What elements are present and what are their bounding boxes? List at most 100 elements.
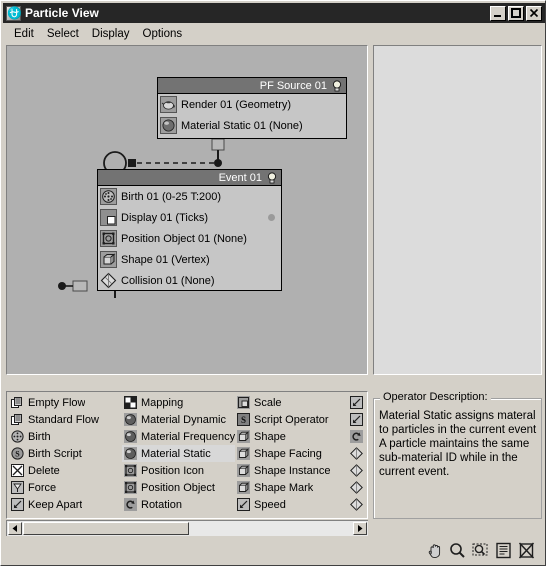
depot-item-delete[interactable]: Delete (9, 462, 122, 479)
depot-item-clipped-3[interactable]: S (348, 428, 367, 445)
depot-label: Keep Apart (28, 498, 83, 511)
menu-select[interactable]: Select (41, 27, 86, 41)
svg-text:S: S (15, 450, 20, 459)
pf-source-row-render[interactable]: Render 01 (Geometry) (158, 94, 346, 115)
parameters-panel[interactable] (373, 45, 542, 375)
shape-facing-icon (237, 447, 250, 460)
depot-item-shape-mark[interactable]: Shape Mark (235, 479, 348, 496)
speed-icon (350, 413, 363, 426)
depot-label: Material Static (141, 447, 211, 460)
depot-label: Position Icon (141, 464, 204, 477)
depot-label: Rotation (141, 498, 182, 511)
event-node[interactable]: Event 01 Birth 01 (0-25 T:200) Display 0… (97, 169, 282, 291)
scroll-thumb[interactable] (23, 522, 189, 535)
light-bulb-icon[interactable] (331, 79, 343, 92)
keep-apart-icon (11, 498, 24, 511)
depot-item-birth[interactable]: Birth (9, 428, 122, 445)
depot-panel[interactable]: Empty Flow Standard Flow Birth S Birth S… (6, 391, 368, 519)
menu-display[interactable]: Display (86, 27, 137, 41)
depot-column-4: S S (348, 394, 367, 513)
pf-source-node[interactable]: PF Source 01 Render 01 (Geometry) Materi… (157, 77, 347, 139)
pan-tool-button[interactable] (425, 541, 444, 560)
collision-icon (350, 481, 363, 494)
close-button[interactable] (526, 5, 542, 21)
standard-flow-icon (11, 413, 24, 426)
depot-item-standard-flow[interactable]: Standard Flow (9, 411, 122, 428)
depot-item-script-operator[interactable]: S Script Operator (235, 411, 348, 428)
depot-column-3: Scale S Script Operator Shape Shape Faci… (235, 394, 348, 513)
position-object-icon (124, 481, 137, 494)
minimize-button[interactable] (490, 5, 506, 21)
shape-instance-icon (237, 464, 250, 477)
depot-item-clipped-2[interactable]: S (348, 411, 367, 428)
collision-icon (350, 498, 363, 511)
depot-label: Force (28, 481, 57, 494)
light-bulb-icon[interactable] (266, 171, 278, 184)
depot-label: Shape Facing (254, 447, 322, 460)
scroll-right-button[interactable] (353, 522, 367, 535)
depot-item-empty-flow[interactable]: Empty Flow (9, 394, 122, 411)
bottom-toolbar (6, 539, 542, 563)
render-teapot-icon (160, 96, 177, 113)
depot-label: Script Operator (254, 413, 329, 426)
depot-item-clipped-6[interactable]: D (348, 479, 367, 496)
event-row-shape[interactable]: Shape 01 (Vertex) (98, 249, 281, 270)
event-title: Event 01 (218, 171, 262, 184)
birth-icon (100, 188, 117, 205)
birth-icon (11, 430, 24, 443)
depot-item-clipped-5[interactable]: D (348, 462, 367, 479)
shape-icon (100, 251, 117, 268)
pf-source-header[interactable]: PF Source 01 (158, 78, 346, 94)
event-row-position-object[interactable]: Position Object 01 (None) (98, 228, 281, 249)
event-position-label: Position Object 01 (None) (121, 232, 247, 245)
event-row-collision[interactable]: Collision 01 (None) (98, 270, 281, 291)
scroll-left-button[interactable] (8, 522, 22, 535)
depot-label: Delete (28, 464, 60, 477)
mapping-icon (124, 396, 137, 409)
depot-item-clipped-1[interactable]: S (348, 394, 367, 411)
depot-label: Mapping (141, 396, 184, 409)
depot-item-material-static[interactable]: Material Static (122, 445, 235, 462)
depot-item-shape-facing[interactable]: Shape Facing (235, 445, 348, 462)
event-row-birth[interactable]: Birth 01 (0-25 T:200) (98, 186, 281, 207)
depot-item-force[interactable]: Force (9, 479, 122, 496)
depot-item-position-object[interactable]: Position Object (122, 479, 235, 496)
menu-options[interactable]: Options (137, 27, 190, 41)
depot-label: Empty Flow (28, 396, 86, 409)
depot-label: Standard Flow (28, 413, 99, 426)
depot-item-rotation[interactable]: Rotation (122, 496, 235, 513)
depot-horizontal-scrollbar[interactable] (6, 520, 368, 536)
no-zoom-button[interactable] (517, 541, 536, 560)
depot-item-scale[interactable]: Scale (235, 394, 348, 411)
depot-item-material-frequency[interactable]: Material Frequency (122, 428, 235, 445)
pf-source-title: PF Source 01 (259, 79, 327, 92)
depot-item-position-icon[interactable]: Position Icon (122, 462, 235, 479)
shape-icon (237, 430, 250, 443)
depot-item-shape[interactable]: Shape (235, 428, 348, 445)
collision-icon (350, 447, 363, 460)
rotation-icon (124, 498, 137, 511)
maximize-button[interactable] (508, 5, 524, 21)
depot-item-clipped-4[interactable]: A (348, 445, 367, 462)
particle-view-window: ⛎ Particle View Edit Select Display Opti… (0, 0, 546, 566)
event-row-display[interactable]: Display 01 (Ticks) (98, 207, 281, 228)
event-header[interactable]: Event 01 (98, 170, 281, 186)
depot-item-mapping[interactable]: Mapping (122, 394, 235, 411)
depot-item-speed[interactable]: Speed (235, 496, 348, 513)
particle-view-canvas[interactable]: PF Source 01 Render 01 (Geometry) Materi… (6, 45, 368, 375)
depot-item-keep-apart[interactable]: Keep Apart (9, 496, 122, 513)
depot-item-birth-script[interactable]: S Birth Script (9, 445, 122, 462)
zoom-tool-button[interactable] (448, 541, 467, 560)
zoom-region-button[interactable] (471, 541, 490, 560)
display-state-dot[interactable] (268, 214, 275, 221)
material-sphere-icon (160, 117, 177, 134)
depot-item-shape-instance[interactable]: Shape Instance (235, 462, 348, 479)
depot-item-material-dynamic[interactable]: Material Dynamic (122, 411, 235, 428)
menu-edit[interactable]: Edit (8, 27, 41, 41)
depot-item-clipped-7[interactable]: F (348, 496, 367, 513)
depot-label: Birth (28, 430, 51, 443)
depot-label: Material Frequency (141, 430, 235, 443)
depot-column-2: Mapping Material Dynamic Material Freque… (122, 394, 235, 513)
pf-source-row-material[interactable]: Material Static 01 (None) (158, 115, 346, 136)
zoom-extents-button[interactable] (494, 541, 513, 560)
